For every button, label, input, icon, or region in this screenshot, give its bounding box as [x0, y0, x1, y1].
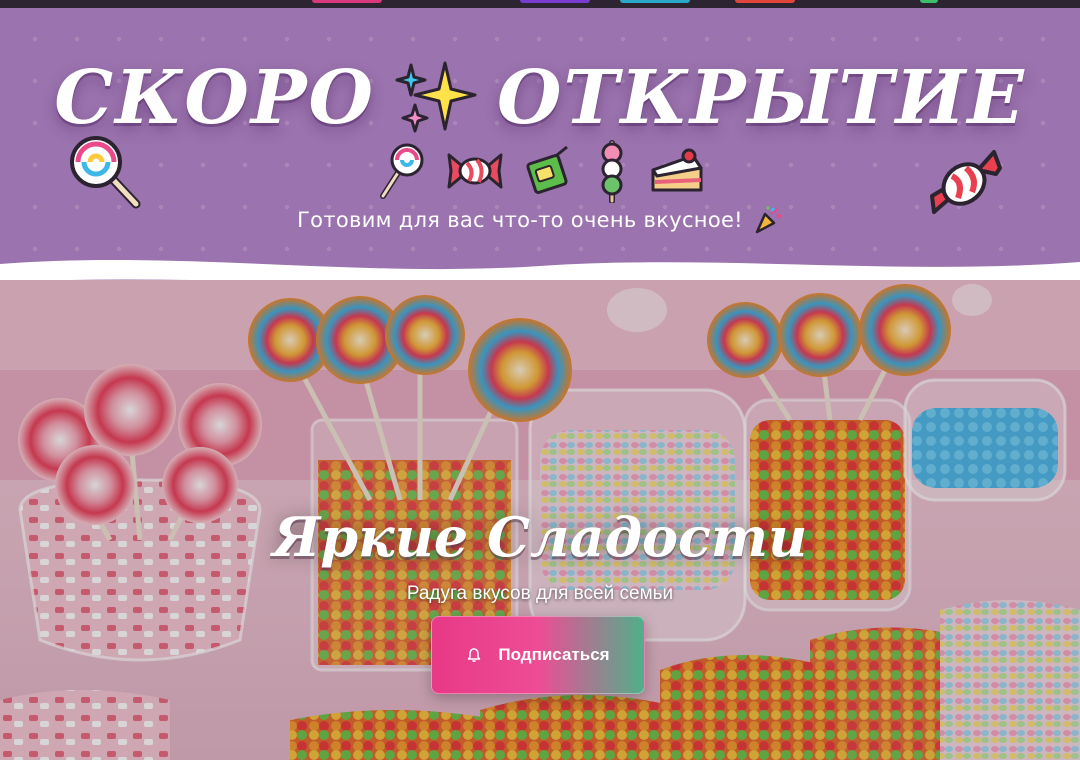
lollipop-icon — [380, 143, 424, 199]
subscribe-button-label: Подписаться — [498, 645, 610, 664]
tagline-row: Готовим для вас что-то очень вкусное! — [0, 200, 1080, 240]
page-title: СКОРО ОТКРЫТИЕ — [0, 48, 1080, 148]
title-word-opening: ОТКРЫТИЕ — [496, 55, 1026, 141]
subscribe-button[interactable]: Подписаться — [431, 616, 645, 694]
top-strip-accent — [620, 0, 690, 3]
tagline: Готовим для вас что-то очень вкусное! — [297, 208, 743, 232]
sparkles-icon — [395, 61, 477, 133]
top-strip-accent — [735, 0, 795, 3]
juice-box-icon — [526, 145, 568, 194]
hero-subtitle: Радуга вкусов для всей семьи — [406, 583, 674, 604]
decor-icons-row — [0, 136, 1080, 206]
candy-icon — [447, 153, 503, 189]
top-strip-accent — [920, 0, 938, 3]
top-strip-accent — [520, 0, 590, 3]
top-strip-accent — [312, 0, 382, 3]
hero-title: Яркие Сладости — [272, 505, 808, 569]
top-strip — [0, 0, 1080, 8]
hero-banner: Яркие Сладости Радуга вкусов для всей се… — [0, 280, 1080, 760]
title-word-soon: СКОРО — [54, 55, 375, 141]
bell-icon — [468, 648, 481, 662]
party-popper-icon — [755, 206, 782, 234]
cake-slice-icon — [651, 148, 703, 192]
dango-icon — [601, 140, 623, 203]
coming-soon-header: СКОРО ОТКРЫТИЕ Готовим для вас что-то оч… — [0, 8, 1080, 292]
